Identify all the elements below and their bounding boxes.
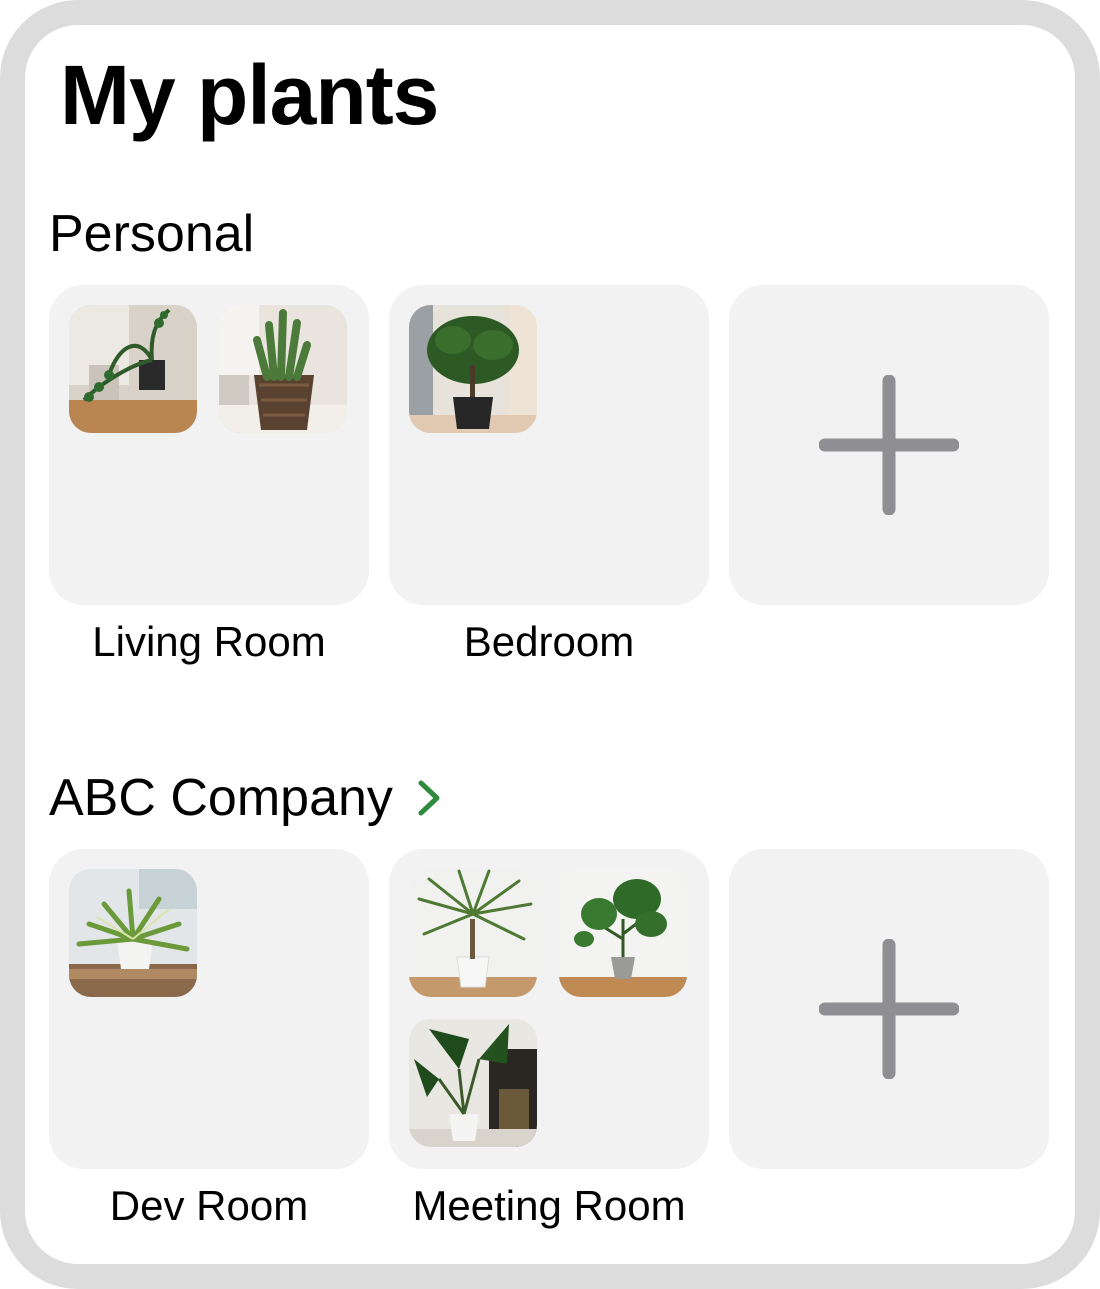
plant-thumbnail-snake-plant[interactable] [219,305,347,433]
room-tile-bedroom[interactable] [389,285,709,605]
plant-thumbnail-monstera[interactable] [559,869,687,997]
zz-plant-photo [69,305,197,433]
plus-icon [819,939,959,1079]
plus-icon [819,375,959,515]
room-tile-meeting-room[interactable] [389,849,709,1169]
room-tile-dev-room[interactable] [49,849,369,1169]
section-title-personal: Personal [49,203,254,265]
plant-thumbnail-ficus-tree[interactable] [409,305,537,433]
spider-plant-photo [69,869,197,997]
snake-plant-photo [219,305,347,433]
dracaena-photo [409,869,537,997]
room-label-dev-room: Dev Room [109,1182,309,1229]
plant-thumbnail-zz-plant[interactable] [69,305,197,433]
room-label-living-room: Living Room [92,618,326,665]
room-label-bedroom: Bedroom [463,618,635,665]
add-room-button-personal[interactable] [729,285,1049,605]
room-tile-living-room[interactable] [49,285,369,605]
plant-thumbnail-alocasia[interactable] [409,1019,537,1147]
app-window: My plants Personal Living Room Bedroom A… [0,0,1100,1289]
plant-thumbnail-spider-plant[interactable] [69,869,197,997]
ficus-tree-photo [409,305,537,433]
plant-thumbnail-dracaena[interactable] [409,869,537,997]
monstera-photo [559,869,687,997]
section-title-abc-company[interactable]: ABC Company [49,767,445,829]
chevron-right-icon[interactable] [415,778,445,818]
section-title-label: ABC Company [49,769,393,827]
section-title-label: Personal [49,205,255,263]
room-label-meeting-room: Meeting Room [412,1182,686,1229]
add-room-button-abc-company[interactable] [729,849,1049,1169]
alocasia-photo [409,1019,537,1147]
page-title: My plants [60,48,439,142]
